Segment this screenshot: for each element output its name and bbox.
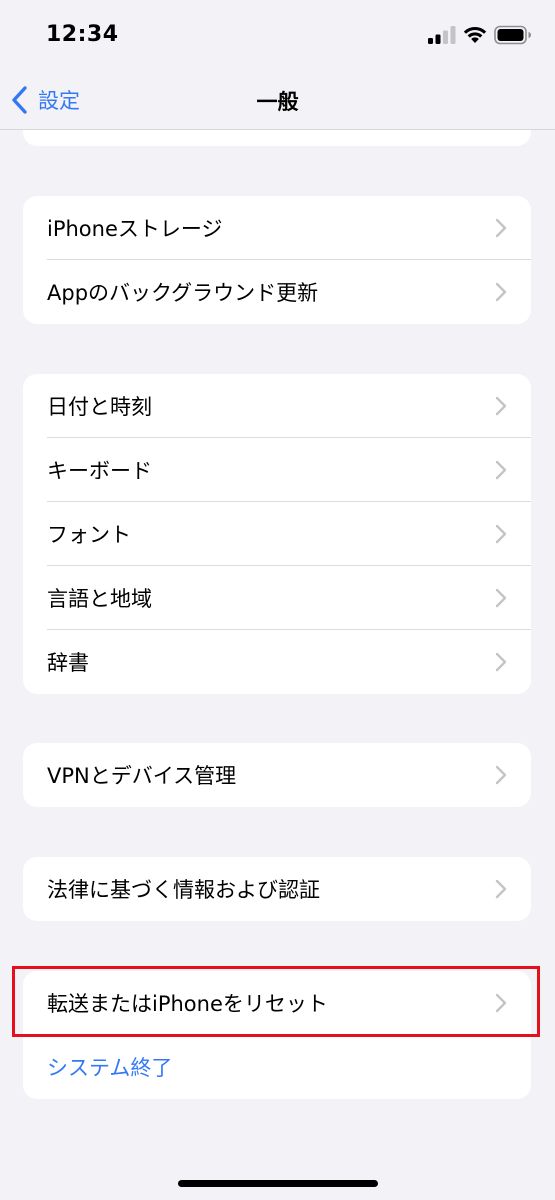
row-label: VPNとデバイス管理	[47, 764, 237, 788]
settings-group-locale: 日付と時刻 キーボード フォント 言語と地域 辞書	[23, 374, 531, 694]
wifi-icon	[463, 26, 487, 43]
home-indicator	[178, 1180, 378, 1187]
shut-down-label: システム終了	[47, 1056, 173, 1080]
row-label: 法律に基づく情報および認証	[47, 878, 320, 902]
list-item-transfer-reset-iphone[interactable]: 転送またはiPhoneをリセット	[23, 971, 531, 1035]
shut-down-button[interactable]: システム終了	[23, 1035, 531, 1099]
list-item-date-time[interactable]: 日付と時刻	[23, 374, 531, 438]
list-item-background-app-refresh[interactable]: Appのバックグラウンド更新	[23, 260, 531, 324]
row-label: キーボード	[47, 459, 152, 483]
chevron-right-icon	[495, 993, 507, 1013]
settings-group-legal: 法律に基づく情報および認証	[23, 857, 531, 921]
chevron-right-icon	[495, 396, 507, 416]
list-item-language-region[interactable]: 言語と地域	[23, 566, 531, 630]
chevron-right-icon	[495, 524, 507, 544]
cellular-signal-icon	[428, 26, 456, 44]
settings-general-screen: 12:34 設定 一般 iPhoneストレージ Appのバックグラウンド更新 日…	[0, 0, 555, 1200]
settings-group-vpn: VPNとデバイス管理	[23, 743, 531, 807]
list-item-keyboard[interactable]: キーボード	[23, 438, 531, 502]
row-label: iPhoneストレージ	[47, 217, 223, 241]
chevron-right-icon	[495, 765, 507, 785]
chevron-right-icon	[495, 218, 507, 238]
row-label: 言語と地域	[47, 587, 152, 611]
settings-group-reset: 転送またはiPhoneをリセット システム終了	[23, 971, 531, 1099]
row-label: 辞書	[47, 651, 89, 675]
row-label: 日付と時刻	[47, 395, 152, 419]
list-item-fonts[interactable]: フォント	[23, 502, 531, 566]
list-item-dictionary[interactable]: 辞書	[23, 630, 531, 694]
chevron-right-icon	[495, 460, 507, 480]
chevron-right-icon	[495, 879, 507, 899]
navigation-bar: 設定 一般	[0, 72, 555, 130]
list-item-vpn-device-management[interactable]: VPNとデバイス管理	[23, 743, 531, 807]
row-label: 転送またはiPhoneをリセット	[47, 992, 328, 1016]
status-time: 12:34	[46, 22, 119, 47]
list-item-legal-regulatory[interactable]: 法律に基づく情報および認証	[23, 857, 531, 921]
chevron-right-icon	[495, 588, 507, 608]
battery-icon	[494, 25, 531, 45]
row-label: フォント	[47, 523, 131, 547]
chevron-right-icon	[495, 282, 507, 302]
row-label: Appのバックグラウンド更新	[47, 281, 319, 305]
list-item-iphone-storage[interactable]: iPhoneストレージ	[23, 196, 531, 260]
status-bar: 12:34	[0, 0, 555, 72]
chevron-right-icon	[495, 652, 507, 672]
page-title: 一般	[256, 90, 299, 114]
settings-group-storage: iPhoneストレージ Appのバックグラウンド更新	[23, 196, 531, 324]
